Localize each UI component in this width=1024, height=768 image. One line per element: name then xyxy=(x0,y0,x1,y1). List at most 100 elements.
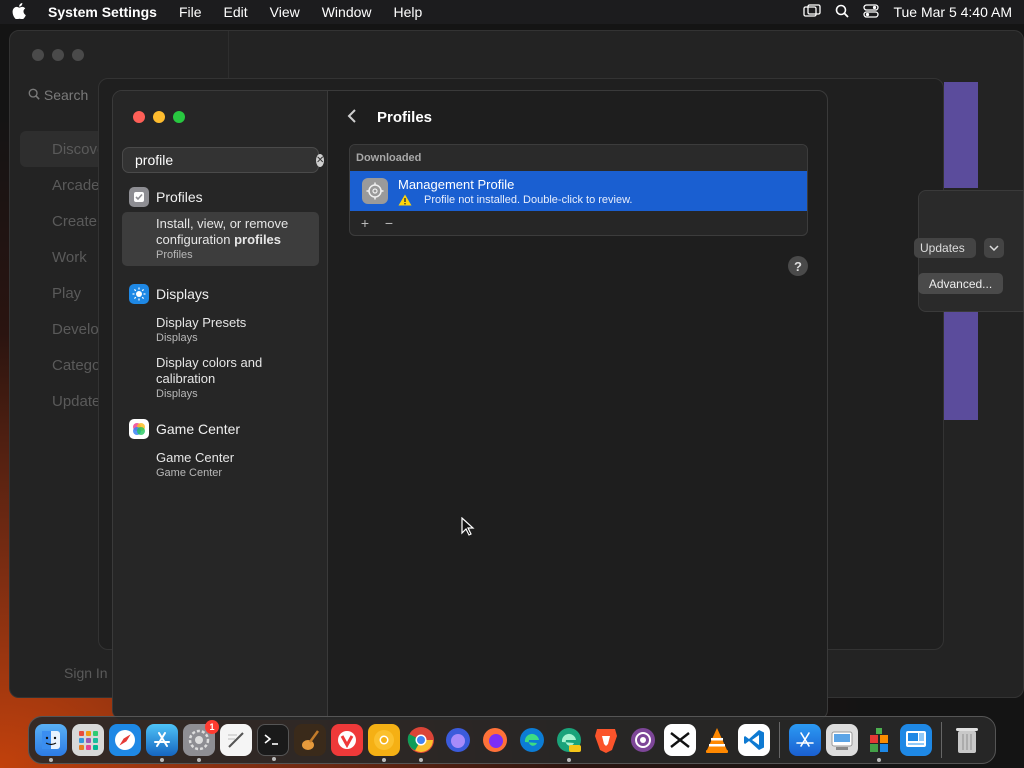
search-result-display-presets[interactable]: Display Presets Displays xyxy=(122,311,319,349)
screen-mirroring-icon[interactable] xyxy=(803,3,822,21)
chromium-icon[interactable] xyxy=(368,724,400,762)
search-result-title: Install, view, or remove configuration p… xyxy=(156,216,311,248)
launchpad-icon[interactable] xyxy=(72,724,104,756)
back-chevron-icon[interactable] xyxy=(347,108,357,129)
search-result-subtitle: Displays xyxy=(156,388,198,400)
preview-icon[interactable] xyxy=(826,724,858,756)
chevron-down-icon[interactable] xyxy=(984,238,1004,258)
vivaldi-icon[interactable] xyxy=(331,724,363,756)
gear-icon xyxy=(362,178,388,204)
zoom-window-button[interactable] xyxy=(173,111,185,123)
profile-row-management[interactable]: Management Profile Profile not installed… xyxy=(350,171,807,211)
remove-profile-button[interactable]: − xyxy=(380,215,398,231)
page-title: Profiles xyxy=(377,109,433,126)
help-button[interactable]: ? xyxy=(788,256,808,276)
search-result-title: Game Center xyxy=(156,450,235,465)
search-result-subtitle: Profiles xyxy=(156,249,193,261)
textedit-icon[interactable] xyxy=(220,724,252,756)
menu-help[interactable]: Help xyxy=(394,4,423,20)
dock-separator xyxy=(779,722,780,758)
app-store-icon[interactable] xyxy=(146,724,178,762)
search-group-game-center: Game Center Game Center Game Center xyxy=(122,416,319,484)
firefox-developer-icon[interactable] xyxy=(442,724,474,756)
search-icon xyxy=(28,88,40,100)
clear-search-icon[interactable]: ✕ xyxy=(316,153,325,167)
dock: 1 xyxy=(28,716,996,764)
menu-window[interactable]: Window xyxy=(322,4,372,20)
background-artwork xyxy=(944,312,978,420)
safari-icon[interactable] xyxy=(109,724,141,756)
apple-menu-icon[interactable] xyxy=(12,2,26,22)
sidebar-item-label: Profiles xyxy=(156,189,203,205)
vlc-icon[interactable] xyxy=(701,724,733,756)
xcode-simulator-icon[interactable] xyxy=(789,724,821,756)
finder-icon[interactable] xyxy=(35,724,67,762)
search-group-profiles: Profiles Install, view, or remove config… xyxy=(122,184,319,266)
background-advanced-button[interactable]: Advanced... xyxy=(918,273,1003,294)
search-result-display-colors[interactable]: Display colors and calibration Displays xyxy=(122,351,292,405)
warning-icon xyxy=(398,194,412,205)
menu-bar-clock[interactable]: Tue Mar 5 4:40 AM xyxy=(893,4,1012,20)
add-profile-button[interactable]: + xyxy=(356,215,374,231)
garageband-icon[interactable] xyxy=(294,724,326,756)
notification-badge: 1 xyxy=(205,720,219,734)
background-search-field[interactable]: Search xyxy=(28,87,88,103)
settings-search-field[interactable]: ✕ xyxy=(122,147,325,173)
close-window-button[interactable] xyxy=(133,111,145,123)
menu-file[interactable]: File xyxy=(179,4,202,20)
sidebar-item-label: Displays xyxy=(156,286,209,302)
settings-content-pane: Profiles Downloaded Management Profile P… xyxy=(329,91,827,719)
menu-edit[interactable]: Edit xyxy=(224,4,248,20)
system-settings-window: ✕ Profiles Install, view, or remove conf… xyxy=(112,90,828,720)
firefox-icon[interactable] xyxy=(479,724,511,756)
vscode-icon[interactable] xyxy=(738,724,770,756)
search-group-displays: Displays Display Presets Displays Displa… xyxy=(122,281,319,405)
profile-name: Management Profile xyxy=(398,176,515,192)
menu-bar: System Settings File Edit View Window He… xyxy=(0,0,1024,24)
search-result-game-center[interactable]: Game Center Game Center xyxy=(122,446,319,484)
tor-browser-icon[interactable] xyxy=(627,724,659,756)
search-result-profiles[interactable]: Install, view, or remove configuration p… xyxy=(122,212,319,266)
search-result-subtitle: Game Center xyxy=(156,467,223,479)
control-center-icon[interactable] xyxy=(863,3,880,21)
app-name-menu[interactable]: System Settings xyxy=(48,4,157,20)
search-result-subtitle: Displays xyxy=(156,332,198,344)
sidebar-item-displays[interactable]: Displays xyxy=(122,281,319,307)
minimize-window-button[interactable] xyxy=(153,111,165,123)
profile-status: Profile not installed. Double-click to r… xyxy=(398,194,632,206)
chrome-icon[interactable] xyxy=(405,724,437,762)
background-updates-button[interactable]: Updates xyxy=(914,238,976,258)
edge-canary-icon[interactable] xyxy=(553,724,585,762)
profile-text: Management Profile Profile not installed… xyxy=(398,177,632,206)
background-sign-in[interactable]: Sign In xyxy=(64,665,108,681)
background-search-placeholder: Search xyxy=(43,87,89,103)
brave-icon[interactable] xyxy=(590,724,622,756)
sidebar-item-profiles[interactable]: Profiles xyxy=(122,184,319,210)
displays-icon xyxy=(129,284,149,304)
mouse-cursor-icon xyxy=(461,517,475,536)
profiles-list-toolbar: + − xyxy=(350,211,807,235)
profile-status-text: Profile not installed. Double-click to r… xyxy=(424,193,633,206)
settings-sidebar: ✕ Profiles Install, view, or remove conf… xyxy=(113,91,328,719)
edge-icon[interactable] xyxy=(516,724,548,756)
game-center-icon xyxy=(129,419,149,439)
result-title-match: profiles xyxy=(234,232,282,247)
sidebar-item-game-center[interactable]: Game Center xyxy=(122,416,319,442)
terminal-icon[interactable] xyxy=(257,724,289,761)
spotlight-search-icon[interactable] xyxy=(835,4,850,21)
section-header-downloaded: Downloaded xyxy=(350,145,807,171)
trash-icon[interactable] xyxy=(951,724,983,756)
system-settings-icon[interactable]: 1 xyxy=(183,720,219,762)
settings-search-input[interactable] xyxy=(135,152,316,168)
app-icon[interactable] xyxy=(900,724,932,756)
dock-separator xyxy=(941,722,942,758)
search-result-title: Display colors and calibration xyxy=(156,355,263,386)
sidebar-item-label: Game Center xyxy=(156,421,241,437)
search-result-title: Display Presets xyxy=(156,315,247,330)
background-artwork xyxy=(944,82,978,188)
menu-view[interactable]: View xyxy=(270,4,300,20)
app-icon[interactable] xyxy=(863,724,895,762)
profiles-list: Downloaded Management Profile Profile no… xyxy=(349,144,808,236)
profiles-icon xyxy=(129,187,149,207)
capcut-icon[interactable] xyxy=(664,724,696,756)
